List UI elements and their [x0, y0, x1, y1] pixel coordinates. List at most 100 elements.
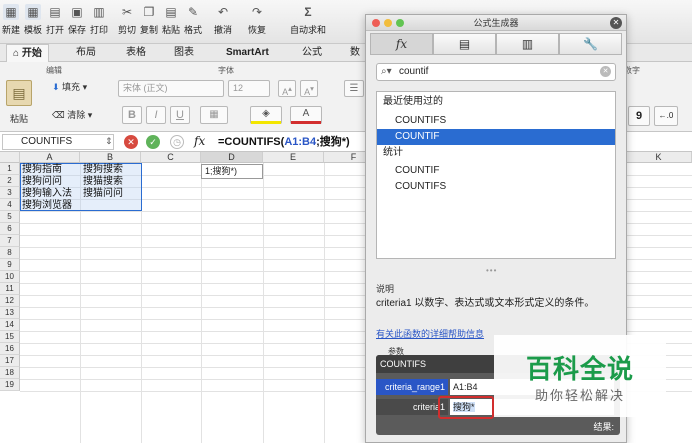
row-header[interactable]: 11 [0, 283, 20, 295]
align-button[interactable]: ☰ [344, 80, 364, 97]
row-header[interactable]: 19 [0, 379, 20, 391]
clock-icon[interactable]: ◷ [170, 135, 184, 149]
tab-tools[interactable]: 🔧 [559, 33, 622, 55]
font-color-button[interactable]: A [290, 106, 322, 124]
list-item-countifs[interactable]: COUNTIFS [377, 113, 615, 129]
row-header[interactable]: 12 [0, 295, 20, 307]
confirm-icon[interactable]: ✓ [146, 135, 160, 149]
redo-button[interactable]: ↷ 恢复 [246, 2, 268, 44]
shrink-font-button[interactable]: A▾ [300, 80, 318, 97]
row-header[interactable]: 6 [0, 223, 20, 235]
col-header-b[interactable]: B [80, 152, 141, 163]
row-header[interactable]: 15 [0, 331, 20, 343]
row-header[interactable]: 17 [0, 355, 20, 367]
fill-color-button[interactable]: ◈ [250, 106, 282, 124]
font-name-select[interactable]: 宋体 (正文) [118, 80, 224, 97]
cell-a4[interactable]: 搜狗浏览器 [22, 199, 72, 212]
comma-style-button[interactable]: 9 [628, 106, 650, 126]
tab-home[interactable]: ⌂ 开始 [6, 44, 49, 62]
edit-group-title: 编辑 [46, 66, 62, 75]
function-description: criteria1 以数字、表达式或文本形式定义的条件。 [376, 298, 595, 309]
paste-large-button[interactable]: ▤ [6, 80, 32, 106]
new-button[interactable]: ▦ 新建 [0, 2, 22, 44]
tab-tables[interactable]: 表格 [120, 44, 152, 62]
bold-button[interactable]: B [122, 106, 142, 124]
col-header-e[interactable]: E [263, 152, 324, 163]
template-button[interactable]: ▦ 模板 [22, 2, 44, 44]
copy-button[interactable]: ❐ 复制 [138, 2, 160, 44]
clear-button[interactable]: ⌫ 清除 ▾ [52, 108, 92, 121]
paste-button[interactable]: ▤ 粘贴 [160, 2, 182, 44]
grow-font-button[interactable]: A▴ [278, 80, 296, 97]
template-icon: ▦ [25, 4, 41, 20]
zoom-window-icon[interactable] [396, 19, 404, 27]
tab-formula-builder[interactable]: fx [370, 33, 433, 55]
name-box-stepper-icon[interactable]: ⇕ [105, 136, 113, 147]
close-window-icon[interactable] [372, 19, 380, 27]
tab-charts[interactable]: 图表 [168, 44, 200, 62]
list-item-countif[interactable]: COUNTIF [377, 163, 615, 179]
row-header[interactable]: 7 [0, 235, 20, 247]
list-item-countif-selected[interactable]: COUNTIF [377, 129, 615, 145]
cancel-icon[interactable]: ✕ [124, 135, 138, 149]
function-help-link[interactable]: 有关此函数的详细帮助信息 [376, 327, 484, 340]
name-box[interactable]: COUNTIFS [2, 134, 114, 150]
cell-b3[interactable]: 搜猫问问 [83, 187, 123, 200]
undo-button[interactable]: ↶ 撤消 [212, 2, 234, 44]
italic-button[interactable]: I [146, 106, 166, 124]
borders-button[interactable]: ▦ [200, 106, 228, 124]
font-group-title: 字体 [218, 66, 234, 75]
col-header-k[interactable]: K [626, 152, 692, 163]
font-size-select[interactable]: 12 [228, 80, 270, 97]
copy-icon: ❐ [143, 5, 155, 19]
panel-close-icon[interactable]: ✕ [610, 17, 622, 29]
tab-data[interactable]: 数 [344, 44, 366, 62]
list-item-countifs[interactable]: COUNTIFS [377, 179, 615, 195]
print-button[interactable]: ▥ 打印 [88, 2, 110, 44]
select-all-corner[interactable] [0, 152, 20, 163]
row-header[interactable]: 9 [0, 259, 20, 271]
eraser-icon: ⌫ [52, 110, 68, 120]
save-button[interactable]: ▣ 保存 [66, 2, 88, 44]
print-icon: ▥ [93, 5, 105, 19]
grid-vline [263, 163, 264, 443]
tab-formulas[interactable]: 公式 [296, 44, 328, 62]
col-header-d[interactable]: D [201, 152, 263, 163]
autosum-button[interactable]: Σ 自动求和 [286, 2, 330, 44]
splitter-handle[interactable]: ••• [486, 266, 497, 275]
criteria-range1-label: criteria_range1 [376, 379, 448, 395]
col-header-c[interactable]: C [141, 152, 201, 163]
underline-button[interactable]: U [170, 106, 190, 124]
formula-input[interactable]: =COUNTIFS(A1:B4;搜狗*) [218, 134, 350, 150]
increase-decimal-button[interactable]: ←.0 [654, 106, 678, 126]
format-painter-button[interactable]: ✎ 格式 [182, 2, 204, 44]
new-file-icon: ▦ [3, 4, 19, 20]
paste-label: 粘贴 [10, 114, 29, 124]
row-header[interactable]: 14 [0, 319, 20, 331]
row-header[interactable]: 16 [0, 343, 20, 355]
row-header[interactable]: 10 [0, 271, 20, 283]
border-icon: ▦ [209, 109, 219, 120]
open-button[interactable]: ▤ 打开 [44, 2, 66, 44]
function-search-input[interactable]: ⌕▾ countif ✕ [376, 63, 616, 81]
clear-search-icon[interactable]: ✕ [600, 66, 611, 77]
row-header[interactable]: 1 [0, 163, 20, 175]
tab-scrapbook[interactable]: ▤ [433, 33, 496, 55]
row-header[interactable]: 8 [0, 247, 20, 259]
col-header-a[interactable]: A [20, 152, 80, 163]
row-header[interactable]: 3 [0, 187, 20, 199]
cell-edit-tooltip[interactable]: 1;搜狗*) [201, 164, 263, 179]
criteria1-highlight-box [438, 396, 494, 419]
tab-object-palette[interactable]: ▥ [496, 33, 559, 55]
row-header[interactable]: 5 [0, 211, 20, 223]
tab-smartart[interactable]: SmartArt [220, 44, 275, 62]
minimize-window-icon[interactable] [384, 19, 392, 27]
tab-layout[interactable]: 布局 [70, 44, 102, 62]
row-header[interactable]: 2 [0, 175, 20, 187]
row-header[interactable]: 4 [0, 199, 20, 211]
function-fx-button[interactable]: fx [194, 134, 205, 148]
row-header[interactable]: 18 [0, 367, 20, 379]
cut-button[interactable]: ✂ 剪切 [116, 2, 138, 44]
fill-button[interactable]: ⬇ 填充 ▾ [52, 80, 87, 93]
row-header[interactable]: 13 [0, 307, 20, 319]
